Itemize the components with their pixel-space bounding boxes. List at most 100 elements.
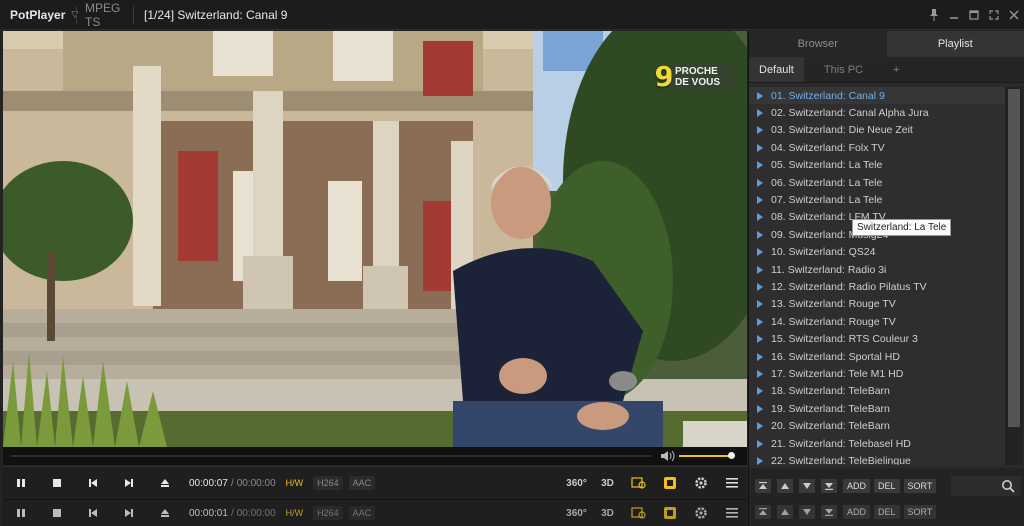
pause-button[interactable]	[3, 467, 39, 499]
search-icon	[1002, 480, 1015, 493]
move-down-button[interactable]	[799, 479, 815, 493]
playlist-item[interactable]: 18. Switzerland: TeleBarn	[749, 383, 1005, 400]
close-icon[interactable]	[1004, 0, 1024, 30]
app-menu-button[interactable]: PotPlayer ▽	[0, 0, 78, 29]
pin-icon[interactable]	[924, 0, 944, 30]
playlist-item[interactable]: 03. Switzerland: Die Neue Zeit	[749, 122, 1005, 139]
time-current: 00:00:01	[189, 507, 228, 519]
volume-icon[interactable]	[661, 450, 675, 462]
list-tab-this-pc[interactable]: This PC	[804, 57, 883, 82]
playlist-item[interactable]: 01. Switzerland: Canal 9	[749, 87, 1005, 105]
eject-button[interactable]	[147, 500, 183, 526]
pause-button[interactable]	[3, 500, 39, 526]
add-button[interactable]: ADD	[843, 505, 871, 519]
settings-icon[interactable]	[685, 500, 716, 526]
control-bar: 00:00:07/00:00:00 H/W H264 AAC 360° 3D	[3, 466, 747, 500]
playlist: 01. Switzerland: Canal 9 02. Switzerland:…	[749, 87, 1005, 465]
playlist-search[interactable]	[951, 476, 1021, 496]
playlist-item[interactable]: 13. Switzerland: Rouge TV	[749, 296, 1005, 313]
minimize-icon[interactable]	[964, 0, 984, 30]
playlist-item[interactable]: 10. Switzerland: QS24	[749, 244, 1005, 261]
play-indicator-icon	[757, 456, 763, 465]
video-frame[interactable]: 9 Proche de vous	[3, 31, 747, 447]
stop-button[interactable]	[39, 500, 75, 526]
playlist-item[interactable]: 22. Switzerland: TeleBielingue	[749, 452, 1005, 465]
previous-button[interactable]	[75, 467, 111, 499]
playlist-item[interactable]: 05. Switzerland: La Tele	[749, 157, 1005, 174]
playlist-item[interactable]: 17. Switzerland: Tele M1 HD	[749, 365, 1005, 382]
playlist-item[interactable]: 07. Switzerland: La Tele	[749, 191, 1005, 208]
stop-button[interactable]	[39, 467, 75, 499]
play-indicator-icon	[757, 109, 763, 118]
playlist-item-label: 16. Switzerland: Sportal HD	[771, 350, 900, 363]
playlist-item[interactable]: 11. Switzerland: Radio 3i	[749, 261, 1005, 278]
playlist-item[interactable]: 14. Switzerland: Rouge TV	[749, 313, 1005, 330]
playlist-item[interactable]: 12. Switzerland: Radio Pilatus TV	[749, 278, 1005, 295]
playlist-item[interactable]: 06. Switzerland: La Tele	[749, 174, 1005, 191]
move-bottom-button[interactable]	[821, 505, 837, 519]
playlist-footer: ADD DEL SORT ADD DEL SORT	[749, 468, 1024, 526]
playlist-scrollbar[interactable]	[1005, 87, 1023, 465]
sort-button[interactable]: SORT	[903, 505, 937, 519]
next-button[interactable]	[111, 500, 147, 526]
move-top-button[interactable]	[755, 479, 771, 493]
menu-icon[interactable]	[716, 467, 747, 499]
compact-icon[interactable]	[944, 0, 964, 30]
delete-button[interactable]: DEL	[874, 505, 900, 519]
eject-button[interactable]	[147, 467, 183, 499]
scrollbar-thumb[interactable]	[1008, 89, 1020, 427]
settings-icon[interactable]	[685, 467, 716, 499]
playlist-item[interactable]: 19. Switzerland: TeleBarn	[749, 400, 1005, 417]
tab-browser[interactable]: Browser	[749, 31, 887, 57]
capture-icon[interactable]	[623, 500, 654, 526]
playlist-footer-row: ADD DEL SORT	[755, 474, 940, 498]
sort-button[interactable]: SORT	[903, 479, 937, 493]
move-top-button[interactable]	[755, 505, 771, 519]
next-button[interactable]	[111, 467, 147, 499]
audio-codec-badge[interactable]: AAC	[348, 476, 376, 490]
move-bottom-button[interactable]	[821, 479, 837, 493]
video-image	[3, 31, 747, 447]
add-button[interactable]: ADD	[843, 479, 871, 493]
move-up-button[interactable]	[777, 479, 793, 493]
tab-playlist[interactable]: Playlist	[886, 31, 1024, 57]
channel-logo: 9 Proche de vous	[655, 63, 733, 91]
time-total: 00:00:00	[236, 507, 276, 519]
playlist-item-label: 01. Switzerland: Canal 9	[771, 89, 885, 102]
subtitle-icon[interactable]	[654, 467, 685, 499]
add-list-tab-button[interactable]: +	[883, 57, 909, 82]
seek-row	[3, 447, 747, 465]
playlist-item[interactable]: 20. Switzerland: TeleBarn	[749, 417, 1005, 434]
move-up-button[interactable]	[777, 505, 793, 519]
play-indicator-icon	[757, 213, 763, 222]
playlist-item-label: 18. Switzerland: TeleBarn	[771, 385, 890, 398]
360-icon[interactable]: 360°	[561, 500, 592, 526]
hw-decoder-badge[interactable]: H/W	[282, 476, 308, 490]
maximize-icon[interactable]	[984, 0, 1004, 30]
move-down-button[interactable]	[799, 505, 815, 519]
seek-bar[interactable]	[11, 455, 651, 457]
subtitle-icon[interactable]	[654, 500, 685, 526]
360-icon[interactable]: 360°	[561, 467, 592, 499]
playlist-item[interactable]: 16. Switzerland: Sportal HD	[749, 348, 1005, 365]
3d-icon[interactable]: 3D	[592, 500, 623, 526]
video-codec-badge[interactable]: H264	[313, 506, 343, 520]
hw-decoder-badge[interactable]: H/W	[282, 506, 308, 520]
previous-button[interactable]	[75, 500, 111, 526]
time-current: 00:00:07	[189, 477, 228, 489]
play-indicator-icon	[757, 126, 763, 135]
playlist-item[interactable]: 02. Switzerland: Canal Alpha Jura	[749, 104, 1005, 121]
list-tab-default[interactable]: Default	[749, 57, 804, 82]
playlist-item[interactable]: 15. Switzerland: RTS Couleur 3	[749, 330, 1005, 347]
video-codec-badge[interactable]: H264	[313, 476, 343, 490]
delete-button[interactable]: DEL	[874, 479, 900, 493]
playlist-item[interactable]: 21. Switzerland: Telebasel HD	[749, 435, 1005, 452]
playlist-item[interactable]: 04. Switzerland: Folx TV	[749, 139, 1005, 156]
audio-codec-badge[interactable]: AAC	[348, 506, 376, 520]
volume-knob[interactable]	[728, 452, 735, 459]
menu-icon[interactable]	[716, 500, 747, 526]
3d-icon[interactable]: 3D	[592, 467, 623, 499]
control-icons: 360° 3D	[561, 500, 747, 526]
volume-slider[interactable]	[679, 452, 735, 459]
capture-icon[interactable]	[623, 467, 654, 499]
